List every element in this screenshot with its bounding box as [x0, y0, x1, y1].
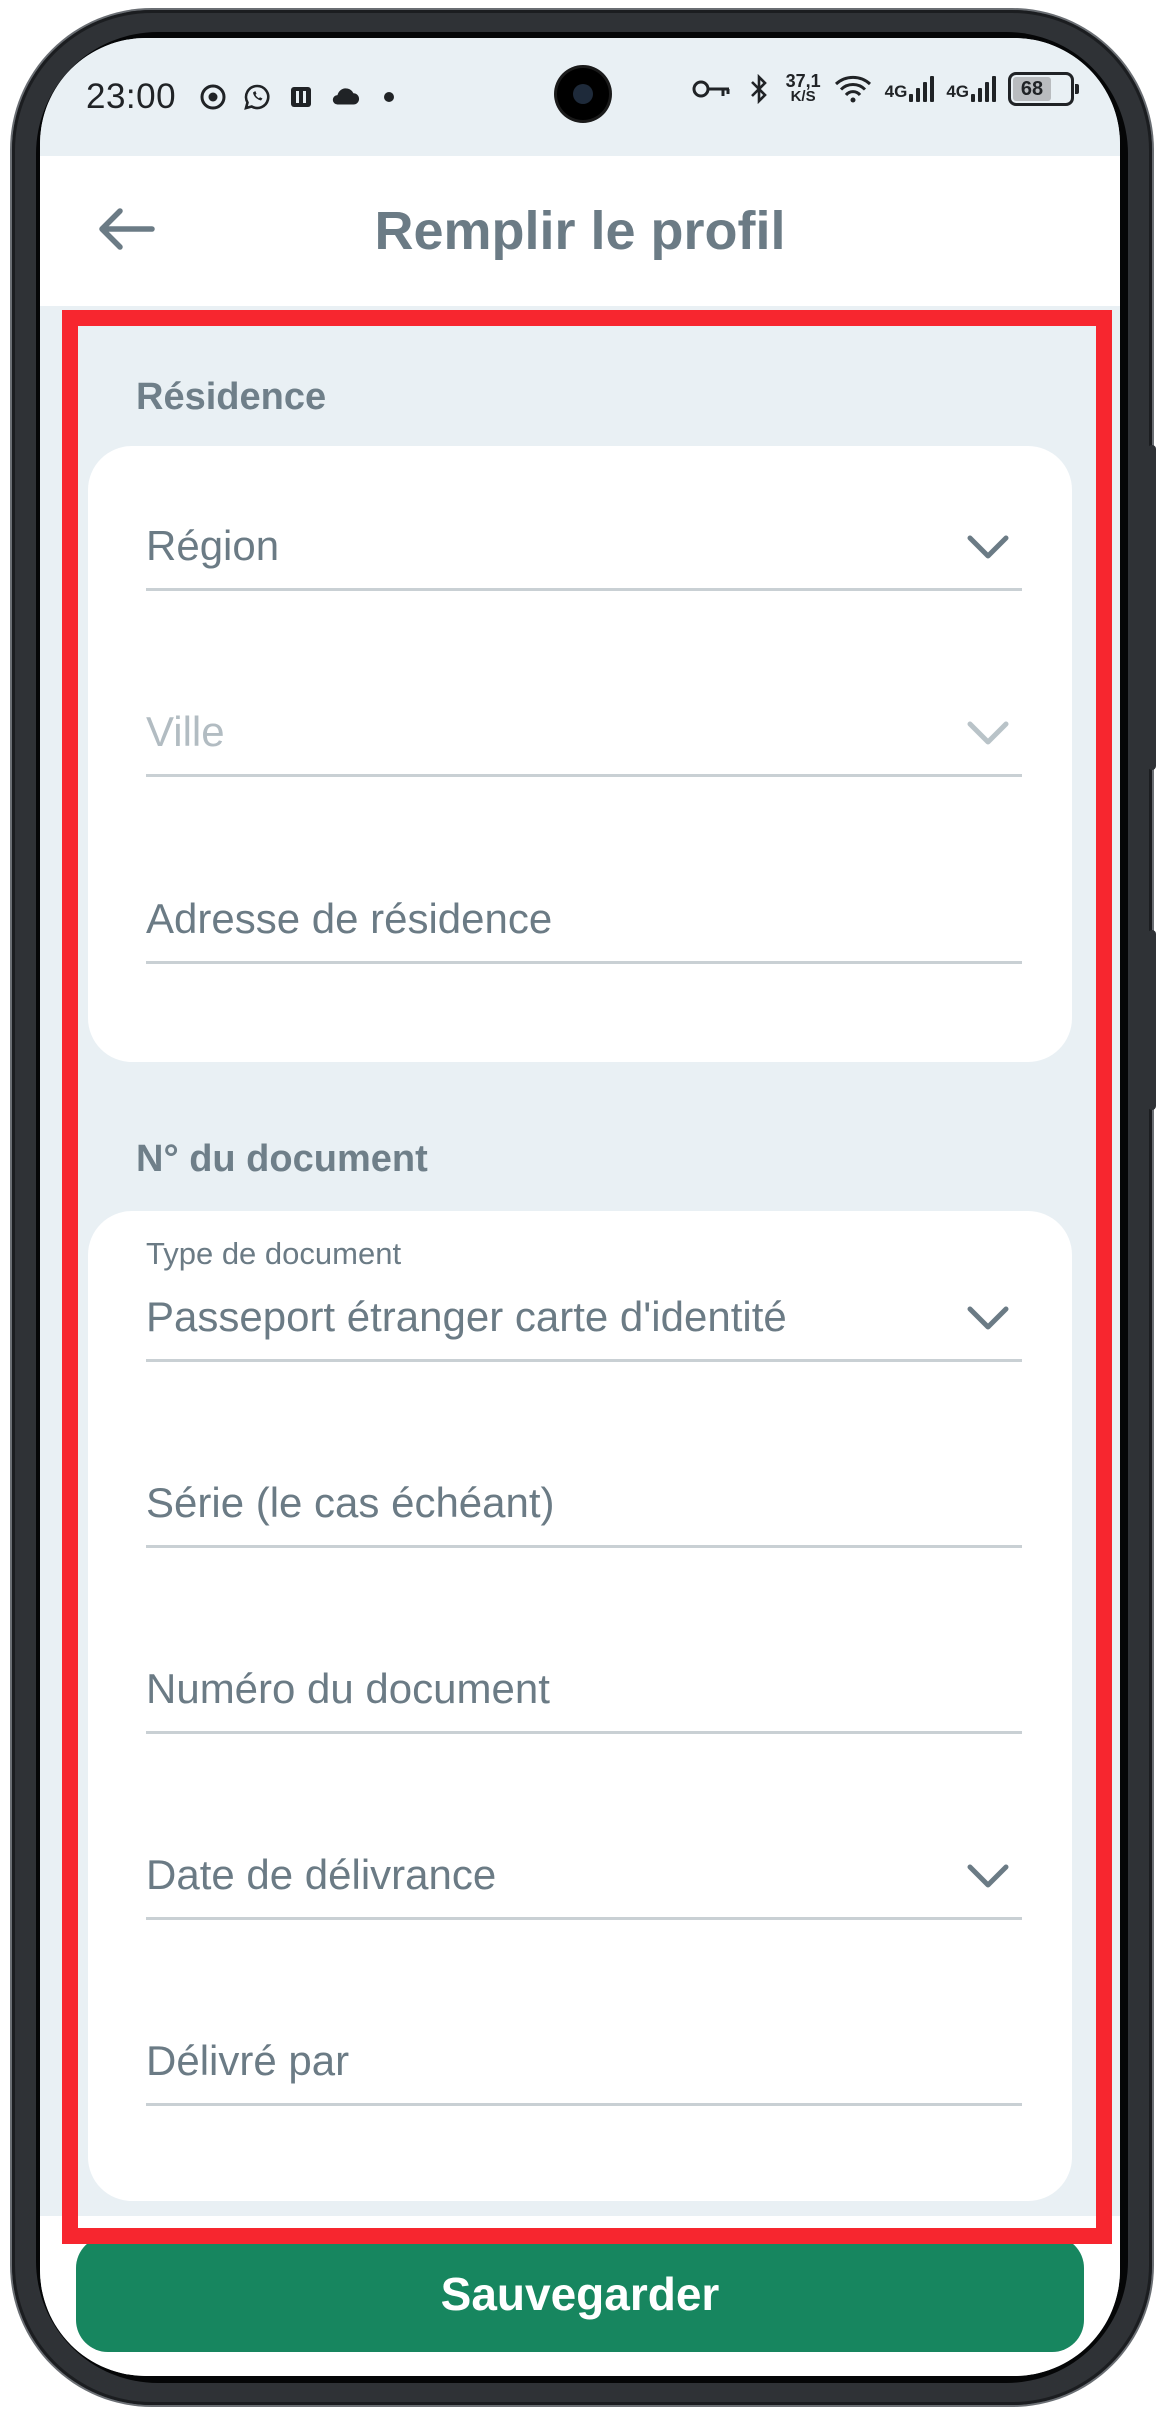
notification-icons — [198, 82, 404, 112]
issued-by-placeholder: Délivré par — [146, 2037, 350, 2084]
whatsapp-icon — [242, 82, 272, 112]
series-input[interactable]: Série (le cas échéant) — [146, 1448, 1022, 1548]
status-bar: 23:00 37,1 K/S 4G 4G 68 — [40, 38, 1120, 156]
document-section-title: N° du document — [136, 1138, 428, 1180]
battery-level: 68 — [1013, 77, 1052, 101]
footer: Sauvegarder — [40, 2216, 1120, 2376]
series-placeholder: Série (le cas échéant) — [146, 1479, 555, 1526]
cloud-icon — [330, 82, 360, 112]
document-card: Type de document Passeport étranger cart… — [88, 1211, 1072, 2201]
residence-card: Région Ville Adresse de résidence — [88, 446, 1072, 1062]
system-icons: 37,1 K/S 4G 4G 68 — [692, 71, 1079, 106]
volume-button — [1148, 445, 1156, 770]
sim-icon — [286, 82, 316, 112]
issued-by-input[interactable]: Délivré par — [146, 2006, 1022, 2106]
region-select[interactable]: Région — [146, 491, 1022, 591]
document-type-select[interactable]: Type de document Passeport étranger cart… — [146, 1236, 1022, 1362]
cell-signal-1: 4G — [885, 76, 935, 102]
app-header: Remplir le profil — [40, 156, 1120, 306]
form-content: Résidence Région Ville Adresse de réside… — [40, 306, 1120, 2201]
city-select[interactable]: Ville — [146, 677, 1022, 777]
cell-signal-2: 4G — [946, 76, 996, 102]
city-placeholder: Ville — [146, 708, 225, 755]
network-speed: 37,1 K/S — [785, 71, 821, 105]
battery-icon: 68 — [1008, 72, 1079, 106]
screen: 23:00 37,1 K/S 4G 4G 68 Remplir le profi… — [40, 38, 1120, 2376]
chevron-down-icon — [967, 1306, 1009, 1330]
residence-section-title: Résidence — [136, 376, 327, 418]
page-title: Remplir le profil — [374, 201, 786, 261]
issue-date-select[interactable]: Date de délivrance — [146, 1820, 1022, 1920]
document-type-label: Type de document — [146, 1236, 402, 1271]
chevron-down-icon — [967, 721, 1009, 745]
chevron-down-icon — [967, 535, 1009, 559]
front-camera — [557, 68, 609, 120]
dot-icon — [374, 82, 404, 112]
bluetooth-icon — [744, 74, 774, 104]
chrome-icon — [198, 82, 228, 112]
address-placeholder: Adresse de résidence — [146, 895, 553, 942]
power-button — [1148, 930, 1156, 1110]
chevron-down-icon — [967, 1864, 1009, 1888]
status-time: 23:00 — [86, 77, 177, 116]
wifi-icon — [833, 74, 873, 104]
document-number-input[interactable]: Numéro du document — [146, 1634, 1022, 1734]
issue-date-placeholder: Date de délivrance — [146, 1851, 497, 1898]
document-type-value: Passeport étranger carte d'identité — [146, 1293, 787, 1340]
region-placeholder: Région — [146, 522, 280, 569]
save-button[interactable]: Sauvegarder — [76, 2236, 1084, 2352]
document-number-placeholder: Numéro du document — [146, 1665, 550, 1712]
address-input[interactable]: Adresse de résidence — [146, 864, 1022, 964]
vpn-key-icon — [692, 74, 732, 104]
